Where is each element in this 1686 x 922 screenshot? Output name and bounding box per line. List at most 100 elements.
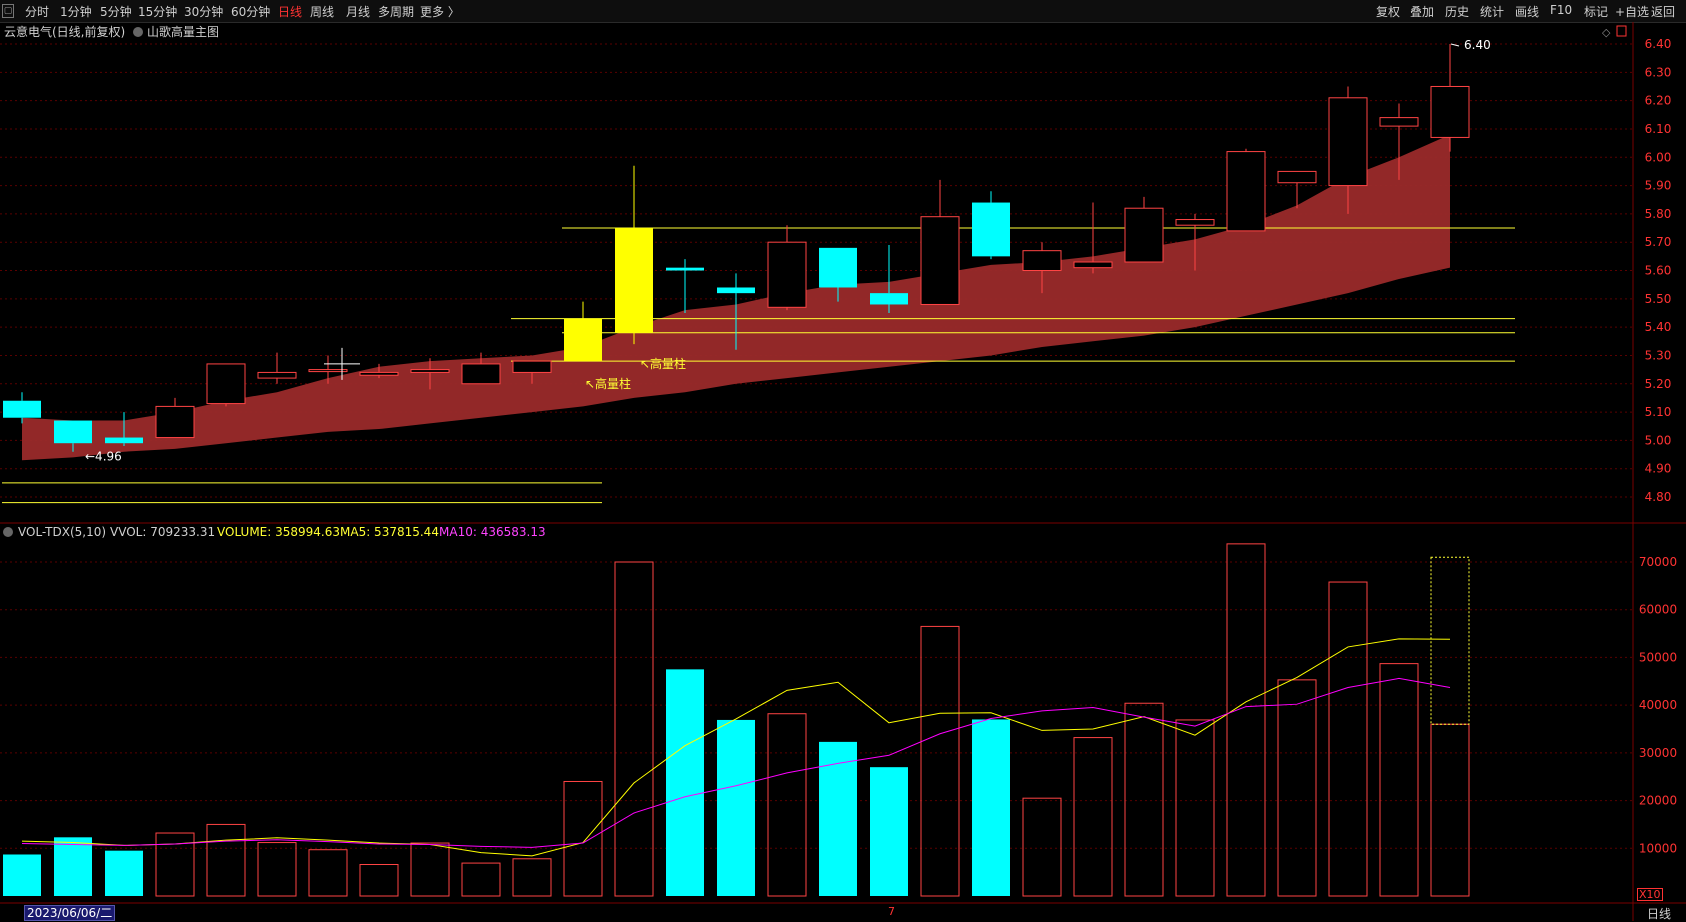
volume-bar xyxy=(54,837,92,896)
volume-bar xyxy=(1175,719,1215,897)
candle-body xyxy=(972,202,1010,257)
price-tick-label: 4.80 xyxy=(1645,490,1672,504)
volume-bar xyxy=(3,854,41,896)
volume-bar xyxy=(359,864,399,897)
candle-body xyxy=(819,247,857,288)
price-tick-label: 5.00 xyxy=(1645,433,1672,447)
low-price-label: ←4.96 xyxy=(85,450,122,464)
candle-body xyxy=(206,363,246,405)
high-volume-label: ↖高量柱 xyxy=(585,376,631,391)
candle-body xyxy=(1175,219,1215,226)
candle-body xyxy=(1430,85,1470,138)
volume-bar xyxy=(920,625,960,897)
tab-15min[interactable]: 15分钟 xyxy=(138,3,177,20)
ma5-value: MA5: 537815.44 xyxy=(340,525,439,539)
volume-bar xyxy=(257,842,297,897)
tab-weekly[interactable]: 周线 xyxy=(310,3,334,20)
fuquan-button[interactable]: 复权 xyxy=(1376,3,1400,20)
volume-bar xyxy=(1430,723,1470,897)
candle-body xyxy=(870,293,908,305)
candle-body xyxy=(1022,250,1062,271)
volume-unit-label: X10 xyxy=(1637,888,1663,901)
candle-body xyxy=(359,371,399,376)
volume-bar xyxy=(461,862,501,897)
bottom-marker: 7 xyxy=(888,905,895,918)
history-button[interactable]: 历史 xyxy=(1445,3,1469,20)
volume-tick-label: 20000 xyxy=(1639,794,1677,808)
f10-button[interactable]: F10 xyxy=(1550,3,1572,17)
main-indicator-name: 山歌高量主图 xyxy=(147,24,219,39)
tab-fenshi[interactable]: 分时 xyxy=(25,3,49,20)
price-tick-label: 5.90 xyxy=(1645,179,1672,193)
candle-body xyxy=(410,369,450,373)
volume-dropdown-icon[interactable] xyxy=(3,527,13,537)
candle-body xyxy=(105,437,143,444)
high-price-label: 6.40 xyxy=(1464,38,1491,52)
tab-multi-period[interactable]: 多周期 xyxy=(378,3,414,20)
volume-bar xyxy=(614,561,654,897)
volume-bar xyxy=(1022,797,1062,897)
tab-5min[interactable]: 5分钟 xyxy=(100,3,132,20)
kline-chart-area: 6.40 6.30 6.20 6.10 6.00 5.90 5.80 5.70 5.60 5.50… xyxy=(0,22,1686,921)
price-tick-label: 5.70 xyxy=(1645,235,1672,249)
mark-button[interactable]: 标记 xyxy=(1584,3,1608,20)
volume-bar xyxy=(870,767,908,896)
candle-body xyxy=(308,369,348,373)
price-tick-label: 5.30 xyxy=(1645,348,1672,362)
volume-value: VOLUME: 358994.63 xyxy=(217,525,340,539)
candle-body xyxy=(767,241,807,308)
overlay-button[interactable]: 叠加 xyxy=(1410,3,1434,20)
candle-body xyxy=(54,420,92,444)
candle-body xyxy=(1277,170,1317,184)
volume-bar xyxy=(666,669,704,896)
price-tick-label: 5.20 xyxy=(1645,377,1672,391)
price-tick-label: 6.20 xyxy=(1645,94,1672,108)
tab-more[interactable]: 更多 〉 xyxy=(420,3,460,20)
chart-title: 云意电气(日线,前复权) xyxy=(4,24,125,39)
add-watchlist-button[interactable]: +自选 xyxy=(1615,3,1649,20)
volume-bar xyxy=(105,850,143,896)
period-toolbar: ▢ 分时 1分钟 5分钟 15分钟 30分钟 60分钟 日线 周线 月线 多周期 更多 〉 复权 叠加历… xyxy=(0,0,1686,23)
volume-bar xyxy=(819,741,857,896)
tab-60min[interactable]: 60分钟 xyxy=(231,3,270,20)
volume-bar xyxy=(717,719,755,896)
volume-projection xyxy=(1430,556,1470,725)
volume-bar xyxy=(1073,737,1113,897)
price-tick-label: 6.30 xyxy=(1645,65,1672,79)
candle-body xyxy=(717,287,755,294)
candle-body xyxy=(920,216,960,305)
price-tick-label: 5.60 xyxy=(1645,264,1672,278)
tab-1min[interactable]: 1分钟 xyxy=(60,3,92,20)
back-button[interactable]: 返回 xyxy=(1651,3,1675,20)
volume-bar xyxy=(512,858,552,897)
volume-bar xyxy=(410,842,450,897)
volume-tick-label: 50000 xyxy=(1639,650,1677,664)
candle-body xyxy=(3,400,41,418)
candle-body xyxy=(1124,207,1164,263)
date-cursor-label: 2023/06/06/二 xyxy=(24,905,116,921)
pane-close-icon[interactable] xyxy=(1616,25,1627,37)
settings-diamond-icon: ◇ xyxy=(1602,26,1611,39)
tab-30min[interactable]: 30分钟 xyxy=(184,3,223,20)
candle-body xyxy=(257,371,297,379)
volume-indicator-name: VOL-TDX(5,10) xyxy=(18,525,106,539)
volume-bar xyxy=(1277,679,1317,897)
draw-line-button[interactable]: 画线 xyxy=(1515,3,1539,20)
volume-bar xyxy=(155,832,195,897)
price-tick-label: 6.40 xyxy=(1645,37,1672,51)
indicator-dropdown-icon[interactable] xyxy=(133,27,143,37)
menu-icon[interactable]: ▢ xyxy=(2,4,14,18)
volume-bar xyxy=(206,823,246,897)
statistics-button[interactable]: 统计 xyxy=(1480,3,1504,20)
price-tick-label: 6.00 xyxy=(1645,150,1672,164)
period-indicator-button[interactable]: 日线 xyxy=(1647,905,1671,922)
tab-monthly[interactable]: 月线 xyxy=(346,3,370,20)
volume-bar xyxy=(1379,663,1419,897)
tab-daily[interactable]: 日线 xyxy=(278,3,302,20)
price-tick-label: 6.10 xyxy=(1645,122,1672,136)
candle-body xyxy=(1226,151,1266,232)
volume-bar xyxy=(767,713,807,897)
volume-bar xyxy=(563,780,603,897)
candle-body xyxy=(666,267,704,271)
candle-body xyxy=(1073,261,1113,269)
